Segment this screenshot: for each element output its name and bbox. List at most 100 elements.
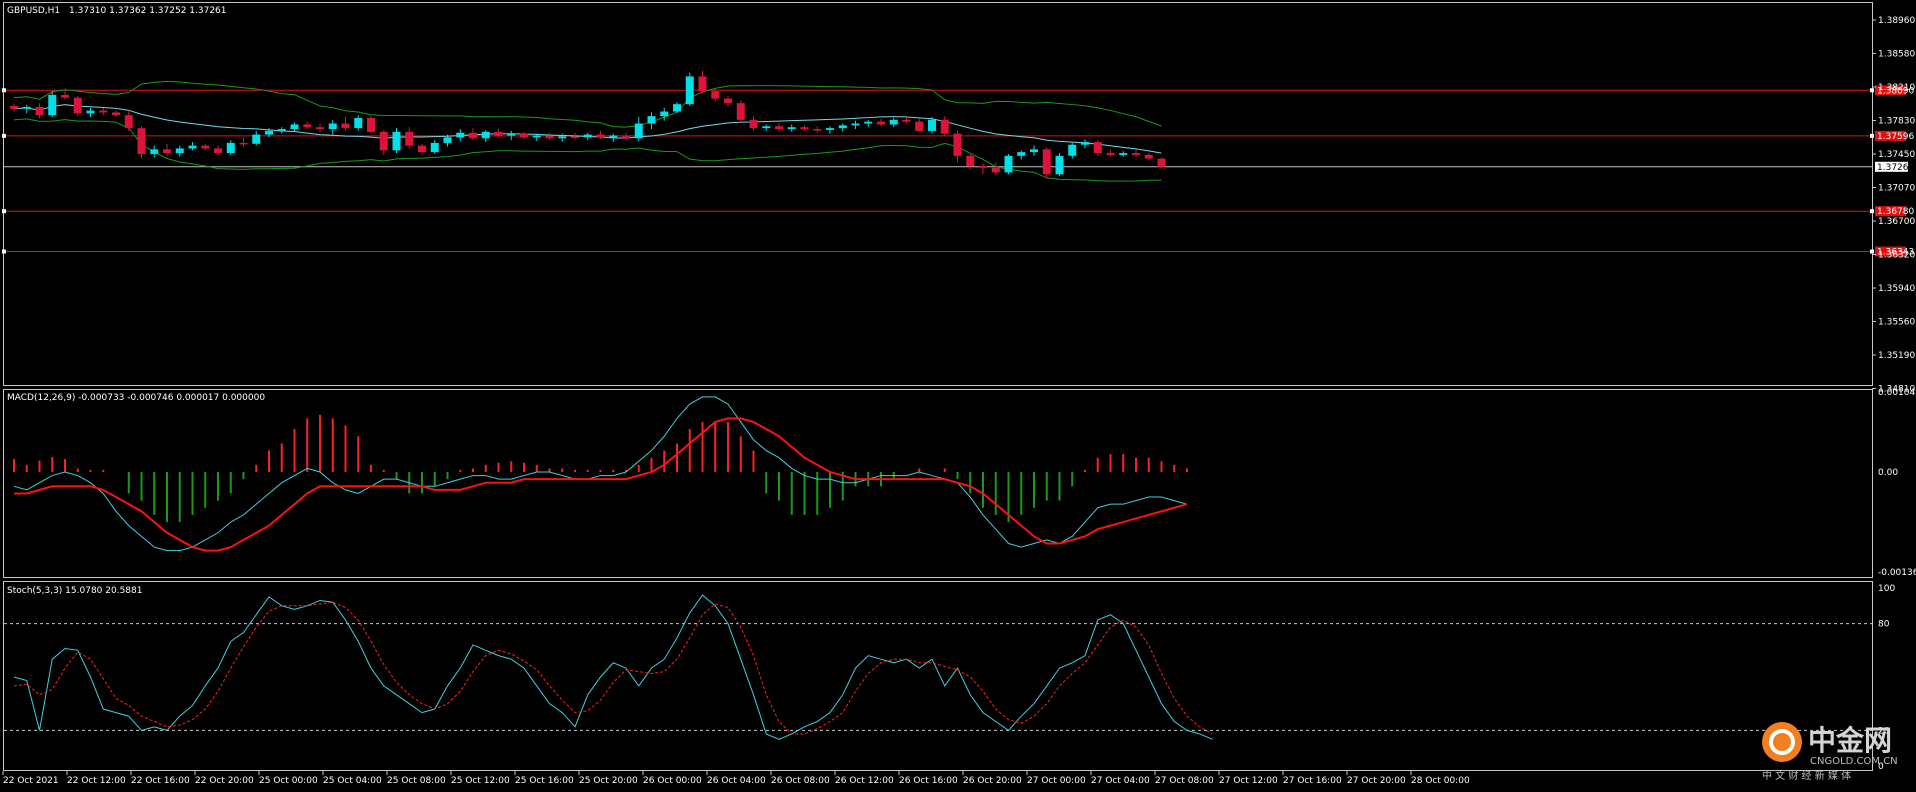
time-axis-label: 26 Oct 04:00 (707, 776, 766, 786)
candle-body (48, 94, 57, 116)
candle-body (290, 124, 299, 130)
candle-body (928, 119, 936, 131)
price-axis-label: 1.36700 (1878, 217, 1915, 227)
candle-body (877, 121, 885, 125)
time-axis-label: 25 Oct 16:00 (515, 776, 574, 786)
candle-body (736, 103, 745, 120)
candle-body (966, 155, 975, 166)
candle-body (61, 94, 69, 98)
candle-body (609, 135, 618, 138)
stoch-axis-label: 80 (1878, 620, 1890, 630)
candle-body (622, 135, 630, 139)
candle-body (1106, 153, 1115, 155)
candle-body (175, 148, 184, 154)
candle-body (1081, 141, 1089, 145)
candle-body (1030, 149, 1038, 153)
symbol-header: GBPUSD,H1 1.37310 1.37362 1.37252 1.3726… (7, 6, 227, 16)
candle-body (762, 126, 771, 129)
candle-body (188, 145, 197, 149)
candle-body (532, 135, 541, 138)
price-axis-label: 1.36320 (1878, 251, 1915, 261)
candle-body (418, 145, 426, 153)
candle-body (392, 131, 401, 151)
candle-body (303, 124, 312, 128)
candle-body (456, 132, 465, 138)
time-axis-label: 27 Oct 08:00 (1155, 776, 1214, 786)
price-axis-label: 1.35560 (1878, 318, 1915, 328)
logo-cn: 中金网 (1808, 724, 1892, 757)
candle-body (239, 142, 248, 145)
time-axis-label: 25 Oct 00:00 (259, 776, 318, 786)
candle-body (1132, 153, 1140, 155)
candle-body (596, 134, 605, 138)
candle-body (838, 125, 847, 129)
candle-body (724, 98, 732, 104)
logo-en: CNGOLD.COM.CN (1810, 756, 1898, 767)
level-handle-right (1870, 249, 1874, 254)
candle-body (265, 130, 273, 135)
stoch-axis-label: 100 (1878, 584, 1895, 594)
candle-body (226, 142, 235, 154)
candle-body (124, 115, 133, 129)
candle-body (379, 131, 388, 151)
candle-body (214, 148, 222, 154)
time-axis-label: 22 Oct 16:00 (131, 776, 190, 786)
time-axis-label: 25 Oct 12:00 (451, 776, 510, 786)
candle-body (902, 119, 911, 122)
time-axis-label: 27 Oct 20:00 (1347, 776, 1406, 786)
level-handle-left (2, 88, 6, 93)
time-axis-label: 27 Oct 16:00 (1283, 776, 1342, 786)
candle-body (800, 127, 809, 130)
price-axis-label: 1.38960 (1878, 16, 1915, 26)
candle-body (851, 123, 860, 126)
current-price-label: 1.37261 (1877, 163, 1914, 173)
candle-body (86, 110, 95, 114)
time-axis-label: 26 Oct 12:00 (835, 776, 894, 786)
candle-body (1042, 149, 1051, 175)
price-axis-label: 1.34810 (1878, 385, 1915, 395)
candle-body (545, 135, 554, 139)
candle-body (698, 76, 707, 92)
candle-body (711, 91, 720, 99)
candle-body (660, 111, 669, 117)
price-axis-label: 1.37830 (1878, 117, 1915, 127)
logo-sub: 中 文 财 经 新 媒 体 (1762, 769, 1851, 782)
candle-body (940, 119, 949, 134)
time-axis-label: 25 Oct 08:00 (387, 776, 446, 786)
price-axis-label: 1.35190 (1878, 351, 1915, 361)
time-axis-label: 27 Oct 12:00 (1219, 776, 1278, 786)
time-axis-label: 26 Oct 20:00 (963, 776, 1022, 786)
price-axis-label: 1.35940 (1878, 284, 1915, 294)
price-axis-label: 1.37450 (1878, 150, 1915, 160)
price-axis-label: 1.38210 (1878, 83, 1915, 93)
candle-body (1144, 154, 1153, 159)
candle-body (749, 119, 758, 129)
candle-body (1068, 144, 1077, 156)
level-handle-right (1870, 133, 1874, 138)
candle-body (481, 131, 490, 139)
candle-body (787, 127, 796, 130)
candle-body (341, 123, 350, 129)
candle-body (201, 145, 210, 149)
time-axis-label: 26 Oct 00:00 (643, 776, 702, 786)
candle-body (647, 116, 656, 124)
candle-body (430, 142, 439, 153)
candle-body (915, 121, 924, 131)
candle-body (813, 129, 822, 131)
candle-body (99, 110, 108, 113)
candle-body (443, 137, 452, 143)
time-axis-label: 26 Oct 16:00 (899, 776, 958, 786)
level-tag-label: 1.37596 (1877, 132, 1914, 142)
chart-window[interactable]: 1.380901.375961.367801.363431.37261 0.00… (0, 0, 1916, 792)
time-axis-label: 27 Oct 04:00 (1091, 776, 1150, 786)
time-axis-label: 27 Oct 00:00 (1027, 776, 1086, 786)
time-axis-label: 25 Oct 20:00 (579, 776, 638, 786)
candle-body (405, 131, 414, 146)
candle-body (1093, 141, 1102, 154)
candle-body (571, 136, 579, 138)
candle-body (316, 127, 324, 130)
time-axis-label: 22 Oct 12:00 (67, 776, 126, 786)
level-handle-left (2, 209, 6, 214)
time-axis-label: 28 Oct 00:00 (1411, 776, 1470, 786)
price-axis-label: 1.37070 (1878, 184, 1915, 194)
